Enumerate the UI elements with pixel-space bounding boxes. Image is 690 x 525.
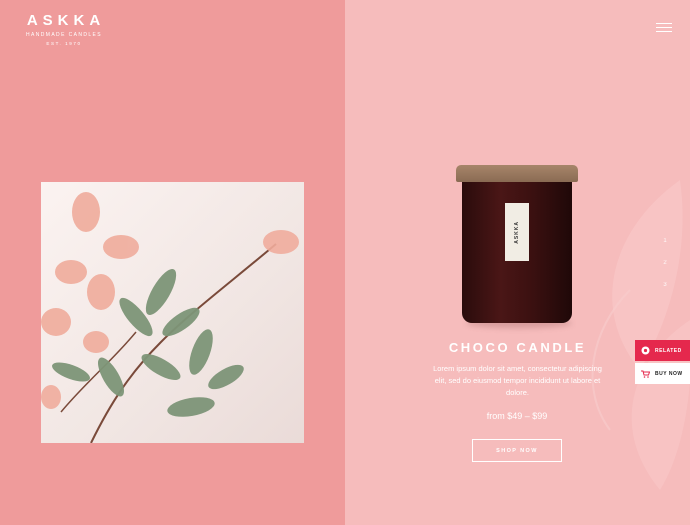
brand-established: EST. 1970 [46, 41, 82, 46]
hamburger-menu-icon[interactable] [656, 23, 672, 33]
buy-now-tab[interactable]: BUY NOW [635, 363, 690, 384]
shop-now-button[interactable]: SHOP NOW [472, 439, 562, 462]
slider-dot-2[interactable]: 2 [660, 260, 670, 282]
brand-tagline: HANDMADE CANDLES [25, 32, 103, 38]
slider-pagination: 1 2 3 [660, 238, 670, 304]
cart-icon [635, 370, 655, 378]
product-candle-image: ASKKA [456, 165, 578, 325]
candle-lid [456, 165, 578, 182]
product-description: Lorem ipsum dolor sit amet, consectetur … [433, 364, 602, 397]
brand-logo[interactable]: ASKKA HANDMADE CANDLES EST. 1970 [18, 12, 110, 46]
candle-jar: ASKKA [462, 181, 572, 323]
slider-dot-1[interactable]: 1 [660, 238, 670, 260]
candle-label-text: ASKKA [514, 220, 520, 244]
candle-label: ASKKA [505, 203, 529, 261]
product-price: from $49 – $99 [486, 411, 548, 421]
related-circle-icon [635, 346, 655, 355]
related-tab-label: RELATED [655, 347, 682, 354]
product-title: CHOCO CANDLE [448, 340, 587, 355]
dried-flowers-image [41, 182, 304, 443]
slider-dot-3[interactable]: 3 [660, 282, 670, 304]
brand-name: ASKKA [26, 12, 106, 29]
related-tab[interactable]: RELATED [635, 340, 690, 361]
buy-now-tab-label: BUY NOW [655, 370, 683, 377]
